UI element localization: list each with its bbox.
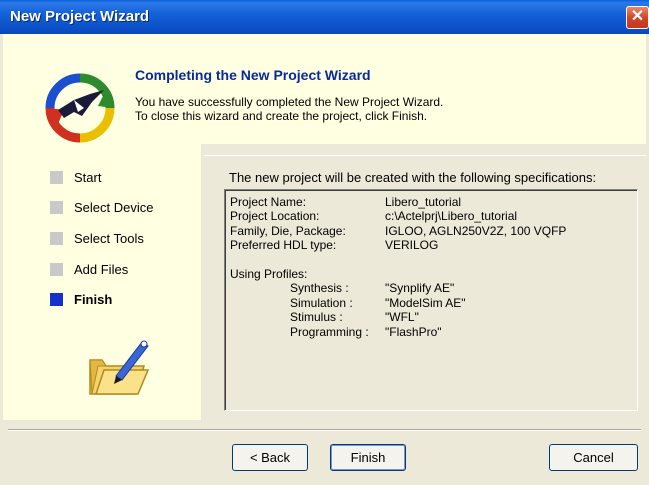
spec-label: Family, Die, Package: bbox=[230, 224, 346, 238]
step-marker-icon bbox=[50, 171, 63, 184]
profile-label: Programming : bbox=[290, 325, 369, 339]
profile-label: Simulation : bbox=[290, 296, 353, 310]
folder-wizard-icon bbox=[89, 340, 150, 395]
profile-value: "WFL" bbox=[385, 310, 419, 324]
step-marker-icon bbox=[50, 232, 63, 245]
step-marker-icon bbox=[50, 293, 63, 306]
profile-label: Synthesis : bbox=[290, 281, 349, 295]
spec-value: c:\Actelprj\Libero_tutorial bbox=[385, 209, 518, 223]
step-marker-icon bbox=[50, 201, 63, 214]
libero-logo-icon bbox=[45, 73, 115, 143]
header-line-1: You have successfully completed the New … bbox=[135, 95, 444, 109]
back-button[interactable]: < Back bbox=[232, 444, 308, 471]
profile-label: Stimulus : bbox=[290, 310, 343, 324]
step-marker-icon bbox=[50, 263, 63, 276]
spec-value: Libero_tutorial bbox=[385, 195, 462, 209]
spec-label: Project Name: bbox=[230, 195, 307, 209]
spec-label: Preferred HDL type: bbox=[230, 238, 337, 252]
header-line-2: To close this wizard and create the proj… bbox=[135, 109, 428, 123]
step-label: Finish bbox=[74, 292, 113, 307]
footer-divider bbox=[8, 429, 641, 431]
profile-value: "Synplify AE" bbox=[385, 281, 455, 295]
step-label: Start bbox=[74, 170, 102, 185]
finish-button[interactable]: Finish bbox=[330, 444, 406, 471]
profile-value: "FlashPro" bbox=[385, 325, 442, 339]
specification-heading: The new project will be created with the… bbox=[229, 170, 597, 185]
profile-value: "ModelSim AE" bbox=[385, 296, 466, 310]
title-bar[interactable]: New Project Wizard ✕ bbox=[0, 0, 649, 34]
spec-value: VERILOG bbox=[385, 238, 439, 252]
step-label: Select Tools bbox=[74, 231, 144, 246]
cancel-button[interactable]: Cancel bbox=[549, 444, 638, 471]
window-title: New Project Wizard bbox=[10, 8, 150, 25]
header-description: You have successfully completed the New … bbox=[135, 95, 443, 123]
step-label: Add Files bbox=[74, 262, 129, 277]
close-button[interactable]: ✕ bbox=[626, 6, 649, 29]
wizard-window: New Project Wizard ✕ Completing the New … bbox=[0, 0, 649, 485]
step-label: Select Device bbox=[74, 200, 154, 215]
spec-label: Project Location: bbox=[230, 209, 320, 223]
spec-value: IGLOO, AGLN250V2Z, 100 VQFP bbox=[385, 224, 567, 238]
profiles-label: Using Profiles: bbox=[230, 267, 308, 281]
header-title: Completing the New Project Wizard bbox=[135, 67, 371, 83]
